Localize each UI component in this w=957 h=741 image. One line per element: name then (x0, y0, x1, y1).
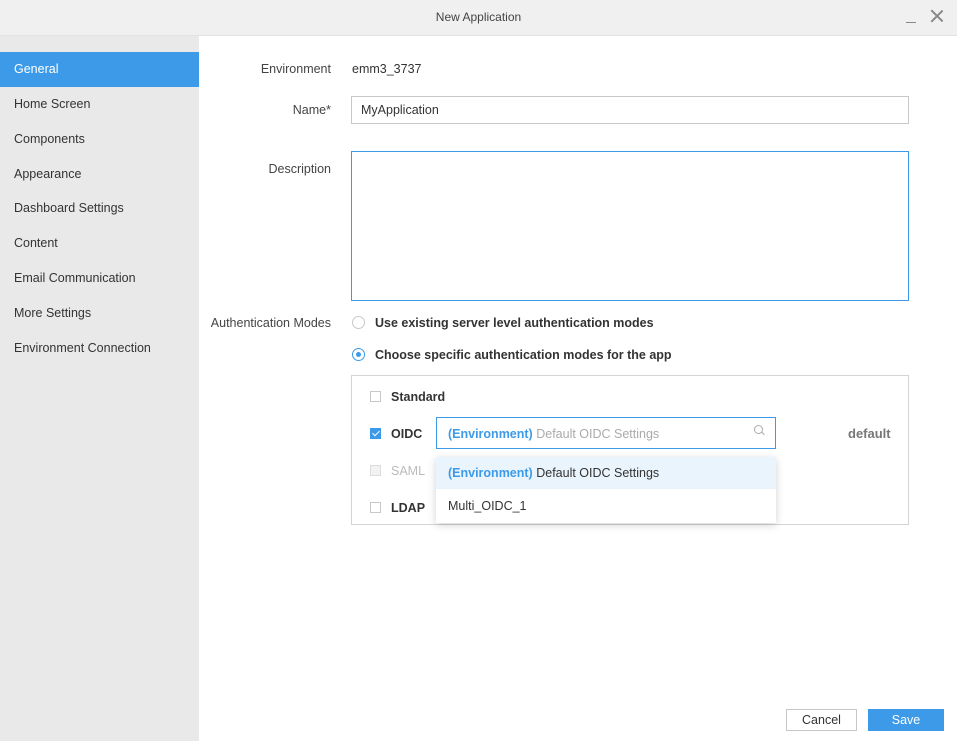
search-icon (754, 425, 766, 437)
oidc-dropdown-list: (Environment) Default OIDC Settings Mult… (436, 457, 776, 523)
oidc-checkbox[interactable] (370, 428, 381, 439)
sidebar-item-components[interactable]: Components (0, 122, 199, 157)
saml-label: SAML (391, 464, 426, 478)
environment-label: Environment (260, 62, 331, 76)
oidc-settings-select[interactable]: (Environment) Default OIDC Settings (436, 417, 776, 449)
cancel-button[interactable]: Cancel (786, 709, 857, 731)
save-button[interactable]: Save (868, 709, 944, 731)
dropdown-option-label: Default OIDC Settings (536, 466, 660, 480)
saml-checkbox (370, 465, 381, 476)
standard-checkbox[interactable] (370, 391, 381, 402)
environment-value: emm3_3737 (352, 62, 422, 76)
name-input[interactable] (351, 96, 909, 124)
auth-specific-label[interactable]: Choose specific authentication modes for… (375, 348, 672, 362)
sidebar: General Home Screen Components Appearanc… (0, 36, 199, 741)
description-textarea[interactable] (351, 151, 909, 301)
auth-specific-radio[interactable] (352, 348, 365, 361)
environment-tag: (Environment) (448, 466, 533, 480)
minimize-icon[interactable] (903, 4, 919, 26)
close-icon[interactable] (929, 8, 945, 24)
name-label: Name* (292, 103, 331, 117)
ldap-label[interactable]: LDAP (391, 501, 425, 515)
oidc-label[interactable]: OIDC (391, 427, 422, 441)
sidebar-item-dashboard-settings[interactable]: Dashboard Settings (0, 191, 199, 226)
oidc-select-value: (Environment) Default OIDC Settings (448, 427, 659, 441)
default-label: default (848, 426, 891, 441)
auth-existing-radio[interactable] (352, 316, 365, 329)
dropdown-option-default-oidc[interactable]: (Environment) Default OIDC Settings (436, 457, 776, 489)
window-title: New Application (435, 10, 522, 24)
sidebar-item-content[interactable]: Content (0, 226, 199, 261)
standard-label[interactable]: Standard (391, 390, 445, 404)
oidc-select-placeholder: Default OIDC Settings (536, 427, 660, 441)
dropdown-option-multi-oidc[interactable]: Multi_OIDC_1 (436, 490, 776, 522)
title-bar: New Application (0, 0, 957, 36)
sidebar-item-email-communication[interactable]: Email Communication (0, 261, 199, 296)
environment-tag: (Environment) (448, 427, 533, 441)
ldap-checkbox[interactable] (370, 502, 381, 513)
sidebar-item-environment-connection[interactable]: Environment Connection (0, 331, 199, 366)
auth-existing-label[interactable]: Use existing server level authentication… (375, 316, 654, 330)
description-label: Description (268, 162, 331, 176)
dropdown-option-label: Multi_OIDC_1 (448, 499, 527, 513)
authentication-modes-label: Authentication Modes (210, 316, 331, 330)
